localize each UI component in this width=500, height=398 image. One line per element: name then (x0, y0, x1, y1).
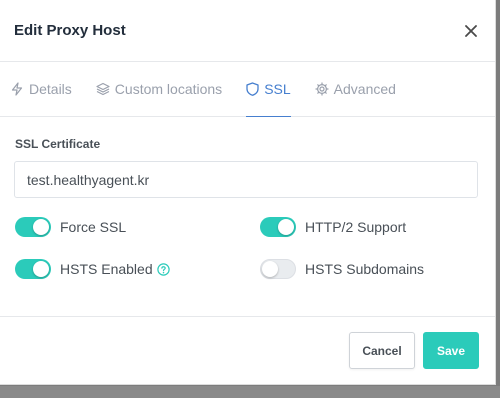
hsts-subdomains-switch[interactable] (260, 259, 296, 279)
cancel-button[interactable]: Cancel (349, 332, 415, 369)
tab-label: SSL (264, 81, 291, 97)
lightning-icon (11, 82, 23, 96)
modal-footer: Cancel Save (0, 316, 495, 384)
ssl-certificate-value: test.healthyagent.kr (27, 171, 150, 188)
tab-label: Details (29, 81, 72, 97)
hsts-enabled-toggle[interactable]: HSTS Enabled (15, 258, 260, 280)
tab-details[interactable]: Details (10, 62, 72, 116)
tab-advanced[interactable]: Advanced (315, 62, 396, 116)
hsts-subdomains-label: HSTS Subdomains (305, 261, 425, 277)
http2-support-label: HTTP/2 Support (305, 219, 407, 235)
shield-icon (246, 82, 259, 96)
close-button[interactable] (461, 21, 481, 41)
ssl-panel: SSL Certificate test.healthyagent.kr For… (0, 117, 495, 280)
force-ssl-switch[interactable] (15, 217, 51, 237)
hsts-enabled-switch[interactable] (15, 259, 51, 279)
backdrop (0, 386, 500, 398)
save-button[interactable]: Save (423, 332, 479, 369)
http2-support-toggle[interactable]: HTTP/2 Support (260, 216, 480, 238)
layers-icon (96, 82, 110, 96)
gear-icon (315, 82, 329, 96)
tab-ssl[interactable]: SSL (246, 62, 292, 117)
hsts-subdomains-toggle[interactable]: HSTS Subdomains (260, 258, 480, 280)
help-icon[interactable] (156, 262, 170, 276)
ssl-options: Force SSL HTTP/2 Support HSTS Enabled HS… (15, 216, 480, 280)
tab-label: Advanced (333, 81, 396, 97)
force-ssl-toggle[interactable]: Force SSL (15, 216, 260, 238)
close-icon (465, 24, 477, 37)
http2-support-switch[interactable] (260, 217, 296, 237)
tab-label: Custom locations (114, 81, 223, 97)
hsts-enabled-label: HSTS Enabled (60, 261, 153, 277)
force-ssl-label: Force SSL (60, 219, 127, 235)
ssl-certificate-select[interactable]: test.healthyagent.kr (14, 161, 478, 198)
modal-title: Edit Proxy Host (14, 22, 126, 39)
tab-bar: Details Custom locations SSL Advanced (0, 62, 495, 117)
edit-proxy-host-modal: Edit Proxy Host Details Custom locations (0, 0, 496, 385)
ssl-certificate-label: SSL Certificate (15, 137, 101, 151)
tab-custom-locations[interactable]: Custom locations (96, 62, 222, 116)
modal-header: Edit Proxy Host (0, 0, 495, 62)
